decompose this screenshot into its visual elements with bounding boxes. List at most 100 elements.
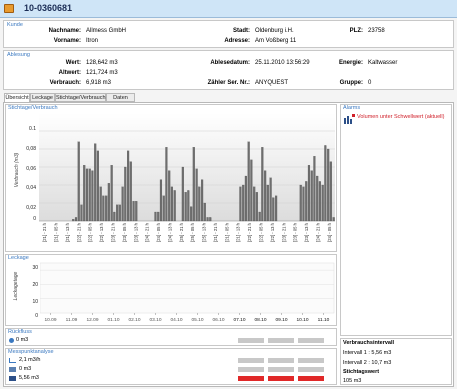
alarm-item[interactable]: Volumen unter Schwellwert (aktuell) (357, 114, 449, 120)
plz-label: PLZ: (349, 28, 363, 34)
x-tick-label: [22] - 13 h (99, 222, 104, 242)
rueckfluss-block (238, 338, 264, 343)
adresse-label: Adresse: (224, 38, 250, 44)
bar (187, 190, 190, 222)
messpunkt-flow-value: 2,1 m3/h (19, 357, 41, 363)
messpunkt-block (268, 358, 294, 363)
bar (209, 217, 212, 222)
x-tick-label: 10.09 (44, 317, 56, 323)
stichtage-ytick: 0,08 (26, 146, 36, 152)
bar (269, 177, 272, 222)
tab-stichtage-verbrauch[interactable]: Stichtage/Verbrauch (55, 93, 106, 102)
stichtage-ytick: 0,06 (26, 166, 36, 172)
title-bar: 10-0360681 (0, 0, 457, 18)
x-tick-label: [23] - 21 h (281, 222, 286, 242)
rueckfluss-value: 0 m3 (16, 337, 29, 343)
bar (198, 186, 201, 222)
ablesedatum-label: Ablesedatum: (210, 60, 250, 66)
x-tick-label: [23] - 21 h (111, 222, 116, 242)
bar (154, 211, 157, 222)
bar (118, 204, 121, 222)
bar (116, 204, 119, 222)
bar (332, 217, 335, 222)
bar (74, 217, 78, 222)
x-tick-label: [22] - 05 h (88, 222, 93, 242)
x-tick-label: [22] - 21 h (76, 222, 81, 242)
vorname-value: Itron (86, 38, 99, 44)
bar (184, 192, 187, 222)
alarm-chart-icon (344, 114, 355, 124)
stichtage-chart: [21] - 21 h [21] - 05 h [21] - 13 h [22] - … (39, 113, 335, 242)
x-tick-label: 12.09 (86, 317, 98, 323)
bar (190, 206, 193, 222)
bar (318, 181, 321, 222)
x-tick-label: [24] - 21 h (145, 222, 150, 242)
leckage-panel: Leckage Leckagetage 30 20 10 0 10.09 11.0… (5, 254, 337, 326)
bar (329, 161, 332, 222)
altwert-value: 121,724 m3 (86, 70, 118, 76)
intervall1-value: Intervall 1 : 5,56 m3 (343, 350, 392, 356)
x-tick-label: [21] - 13 h (65, 222, 70, 242)
flow-icon (9, 358, 16, 363)
bar (170, 186, 173, 222)
bar (299, 184, 302, 222)
bar (313, 156, 316, 222)
leckage-chart: 10.09 11.09 12.09 01.10 02.10 03.10 04.10 05.10… (40, 262, 335, 323)
x-tick-label: [25] - 21 h (179, 222, 184, 242)
meter-icon (4, 4, 14, 13)
nachname-value: Allmess GmbH (86, 28, 127, 34)
x-tick-label: [21] - 05 h (224, 222, 229, 242)
alarms-title: Alarms (343, 105, 361, 111)
bar (261, 147, 264, 222)
tab-daten[interactable]: Daten (106, 93, 135, 102)
stichtagswert-label: Stichtagswert (343, 369, 380, 375)
stichtage-ytick: 0.1 (29, 126, 36, 132)
bar (173, 190, 176, 222)
x-tick-label: 05.10 (191, 317, 203, 323)
x-tick-label: 11.10 (318, 317, 330, 323)
bar (105, 195, 108, 222)
bar (275, 195, 278, 222)
wert-label: Wert: (65, 60, 81, 66)
bar (72, 219, 75, 222)
x-tick-label: [23] - 13 h (304, 222, 309, 242)
altwert-label: Altwert: (58, 70, 81, 76)
bar (310, 170, 313, 222)
bar (327, 148, 330, 222)
bar (162, 195, 165, 222)
messpunkt-block (298, 367, 324, 372)
energie-label: Energie: (338, 60, 363, 66)
bar (206, 217, 209, 222)
x-tick-label: [24] - 21 h (315, 222, 320, 242)
messpunkt-panel: Messpunktanalyse 2,1 m3/h 0 m3 5,56 m3 (5, 348, 337, 385)
rueckfluss-title: Rückfluss (8, 329, 32, 335)
window-title: 10-0360681 (24, 3, 73, 13)
rueckfluss-block (268, 338, 294, 343)
tab-leckage[interactable]: Leckage (30, 93, 55, 102)
bar (264, 170, 267, 222)
messpunkt-warning-block (298, 376, 324, 381)
messpunkt-block (238, 358, 264, 363)
stichtage-ytick: 0 (33, 216, 36, 222)
bar (83, 165, 86, 222)
bar (181, 166, 184, 222)
x-tick-label: [23] - 13 h (133, 222, 138, 242)
x-tick-label: [21] - 13 h (236, 222, 241, 242)
kunde-caption: Kunde (7, 22, 23, 28)
x-tick-label: [21] - 21 h (213, 222, 218, 242)
bar (250, 159, 253, 222)
zaehler-label: Zähler Ser. Nr.: (207, 80, 250, 86)
stichtagswert-value: 105 m3 (343, 378, 362, 384)
x-tick-label: [24] - 05 h (327, 222, 332, 242)
bar (159, 179, 163, 222)
messpunkt-volume-value: 0 m3 (19, 366, 32, 372)
leckage-ytick: 10 (32, 299, 38, 305)
x-tick-label: [24] - 13 h (167, 222, 172, 242)
bar (316, 175, 319, 222)
bar (307, 165, 311, 222)
bar (113, 211, 116, 222)
bar (110, 165, 113, 222)
x-tick-label: 03.10 (149, 317, 161, 323)
plz-value: 23758 (368, 28, 385, 34)
leckage-ylabel: Leckagetage (13, 271, 19, 301)
